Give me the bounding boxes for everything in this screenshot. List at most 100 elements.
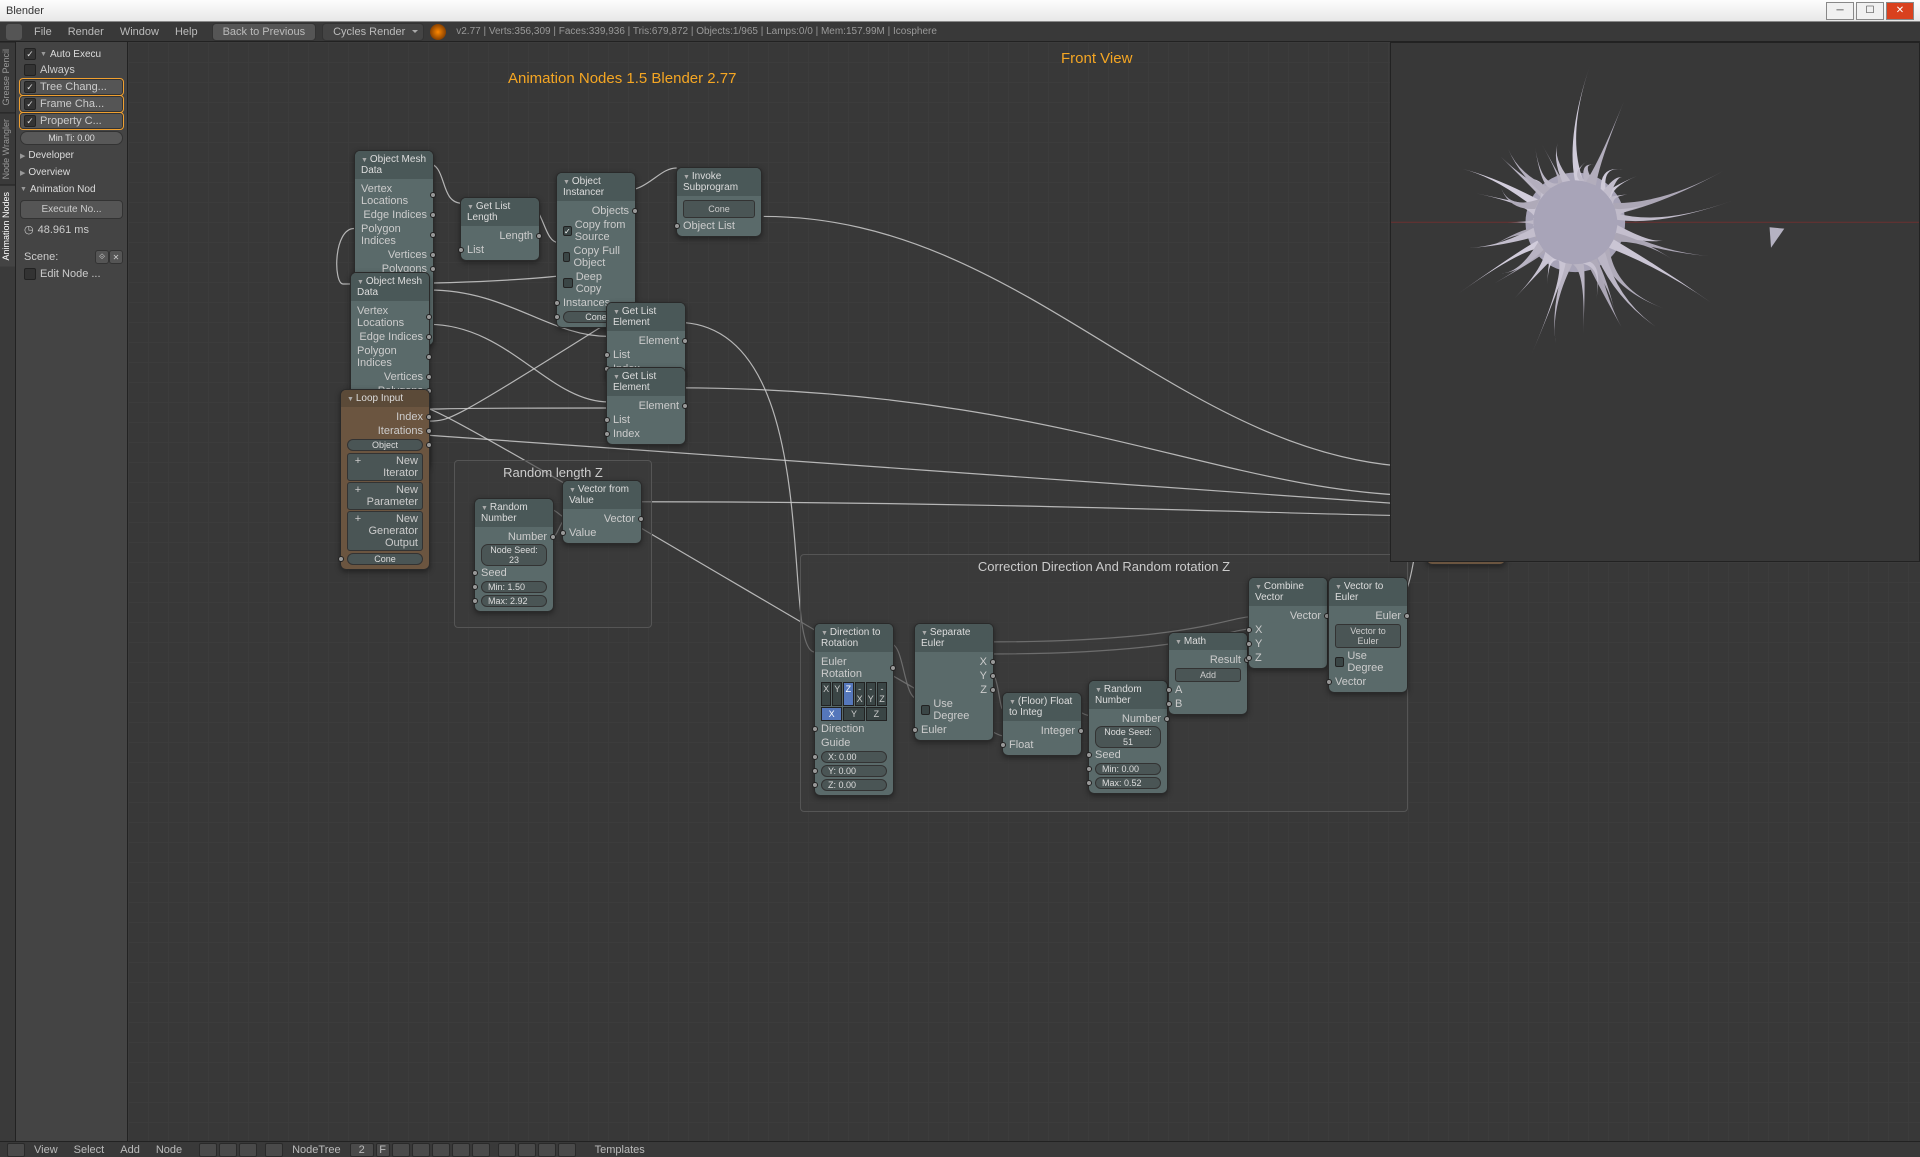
use-degree-check[interactable] xyxy=(1335,657,1344,667)
render-engine-dropdown[interactable]: Cycles Render xyxy=(322,23,424,41)
copy-icon[interactable] xyxy=(538,1143,556,1157)
node-header[interactable]: Object Instancer xyxy=(557,173,635,201)
prop-check[interactable] xyxy=(24,115,36,127)
blender-icon[interactable] xyxy=(6,24,22,40)
menu-render[interactable]: Render xyxy=(60,26,112,38)
fake-user-button[interactable]: F xyxy=(376,1143,390,1157)
track-axis-row[interactable]: XYZ-X-Y-Z xyxy=(821,682,887,706)
node-header[interactable]: Get List Length xyxy=(461,198,539,226)
node-loop-input[interactable]: Loop Input Index Iterations Object +New … xyxy=(340,389,430,570)
always-check[interactable] xyxy=(24,64,36,76)
node-invoke-subprogram[interactable]: Invoke Subprogram Cone Object List xyxy=(676,167,762,237)
scene-link-icon[interactable]: ⟐ xyxy=(95,250,109,264)
guide-axis-row[interactable]: XYZ xyxy=(821,707,887,721)
node-get-list-element-2[interactable]: Get List Element Element List Index xyxy=(606,367,686,445)
node-header[interactable]: Math xyxy=(1169,633,1247,650)
menu-file[interactable]: File xyxy=(26,26,60,38)
snap-mode-icon[interactable] xyxy=(518,1143,536,1157)
copy-full-check[interactable] xyxy=(563,252,570,262)
execute-button[interactable]: Execute No... xyxy=(20,200,123,219)
cone-field[interactable]: Cone xyxy=(347,553,423,565)
node-header[interactable]: (Floor) Float to Integ xyxy=(1003,693,1081,721)
node-random-number-1[interactable]: Random Number Number Node Seed: 23 Seed … xyxy=(474,498,554,612)
min-field[interactable]: Min: 0.00 xyxy=(1095,763,1161,775)
operation-dropdown[interactable]: Add xyxy=(1175,668,1241,682)
unlink-icon[interactable] xyxy=(452,1143,470,1157)
node-header[interactable]: Random Number xyxy=(1089,681,1167,709)
node-header[interactable]: Object Mesh Data xyxy=(355,151,433,179)
tree-type-icon[interactable] xyxy=(199,1143,217,1157)
menu-window[interactable]: Window xyxy=(112,26,167,38)
node-header[interactable]: Object Mesh Data xyxy=(351,273,429,301)
tree-check[interactable] xyxy=(24,81,36,93)
node-vector-to-euler[interactable]: Vector to Euler Euler Vector to Euler Us… xyxy=(1328,577,1408,693)
nodetree-icon[interactable] xyxy=(265,1143,283,1157)
node-combine-vector[interactable]: Combine Vector Vector X Y Z xyxy=(1248,577,1328,669)
min-field[interactable]: Min: 1.50 xyxy=(481,581,547,593)
node-math[interactable]: Math Result Add A B xyxy=(1168,632,1248,715)
x-icon[interactable] xyxy=(412,1143,430,1157)
node-editor-canvas[interactable]: Animation Nodes 1.5 Blender 2.77 Front V… xyxy=(128,42,1920,1141)
plus-icon[interactable] xyxy=(392,1143,410,1157)
menu-add[interactable]: Add xyxy=(112,1144,148,1156)
auto-exec-header[interactable]: Auto Execu xyxy=(40,49,101,60)
z-field[interactable]: Z: 0.00 xyxy=(821,779,887,791)
node-header[interactable]: Direction to Rotation xyxy=(815,624,893,652)
use-degree-check[interactable] xyxy=(921,705,930,715)
node-header[interactable]: Combine Vector xyxy=(1249,578,1327,606)
node-header[interactable]: Invoke Subprogram xyxy=(677,168,761,196)
menu-view[interactable]: View xyxy=(26,1144,66,1156)
render-icon[interactable] xyxy=(430,24,446,40)
menu-select[interactable]: Select xyxy=(66,1144,113,1156)
node-random-number-2[interactable]: Random Number Number Node Seed: 51 Seed … xyxy=(1088,680,1168,794)
overview-header[interactable]: Overview xyxy=(20,164,123,181)
node-header[interactable]: Random Number xyxy=(475,499,553,527)
max-field[interactable]: Max: 0.52 xyxy=(1095,777,1161,789)
pin-icon[interactable] xyxy=(219,1143,237,1157)
node-header[interactable]: Vector to Euler xyxy=(1329,578,1407,606)
maximize-button[interactable]: ☐ xyxy=(1856,2,1884,20)
animation-nodes-header[interactable]: Animation Nod xyxy=(20,181,123,198)
min-time-field[interactable]: Min Ti: 0.00 xyxy=(20,131,123,145)
tab-grease-pencil[interactable]: Grease Pencil xyxy=(0,42,15,112)
backdrop-icon[interactable] xyxy=(432,1143,450,1157)
copy-source-check[interactable] xyxy=(563,226,572,236)
node-header[interactable]: Get List Element xyxy=(607,368,685,396)
node-header[interactable]: Get List Element xyxy=(607,303,685,331)
node-header[interactable]: Loop Input xyxy=(341,390,429,407)
auto-exec-check[interactable] xyxy=(24,48,36,60)
developer-header[interactable]: Developer xyxy=(20,147,123,164)
node-get-list-length[interactable]: Get List Length Length List xyxy=(460,197,540,261)
menu-help[interactable]: Help xyxy=(167,26,206,38)
deep-copy-check[interactable] xyxy=(563,278,573,288)
editor-type-icon[interactable] xyxy=(7,1143,25,1157)
node-float-to-integer[interactable]: (Floor) Float to Integ Integer Float xyxy=(1002,692,1082,756)
node-header[interactable]: Separate Euler xyxy=(915,624,993,652)
y-field[interactable]: Y: 0.00 xyxy=(821,765,887,777)
go-parent-icon[interactable] xyxy=(239,1143,257,1157)
scene-unlink-icon[interactable]: ✕ xyxy=(109,250,123,264)
paste-icon[interactable] xyxy=(558,1143,576,1157)
templates-button[interactable]: Templates xyxy=(587,1144,653,1156)
edit-node-check[interactable] xyxy=(24,268,36,280)
tab-node-wrangler[interactable]: Node Wrangler xyxy=(0,112,15,185)
mode-dropdown[interactable]: Vector to Euler xyxy=(1335,624,1401,648)
object-field[interactable]: Object xyxy=(347,439,423,451)
node-vector-from-value[interactable]: Vector from Value Vector Value xyxy=(562,480,642,544)
x-field[interactable]: X: 0.00 xyxy=(821,751,887,763)
tab-animation-nodes[interactable]: Animation Nodes xyxy=(0,185,15,267)
users-field[interactable]: 2 xyxy=(350,1143,374,1157)
subprogram-select[interactable]: Cone xyxy=(683,200,755,218)
menu-node[interactable]: Node xyxy=(148,1144,190,1156)
node-direction-to-rotation[interactable]: Direction to Rotation Euler Rotation XYZ… xyxy=(814,623,894,796)
nodetree-name[interactable]: NodeTree xyxy=(284,1144,349,1156)
minimize-button[interactable]: ─ xyxy=(1826,2,1854,20)
back-to-previous-button[interactable]: Back to Previous xyxy=(212,23,317,41)
frame-check[interactable] xyxy=(24,98,36,110)
node-header[interactable]: Vector from Value xyxy=(563,481,641,509)
autoconnect-icon[interactable] xyxy=(472,1143,490,1157)
node-separate-euler[interactable]: Separate Euler X Y Z Use Degree Euler xyxy=(914,623,994,741)
node-seed-field[interactable]: Node Seed: 23 xyxy=(481,544,547,566)
snap-icon[interactable] xyxy=(498,1143,516,1157)
close-button[interactable]: ✕ xyxy=(1886,2,1914,20)
